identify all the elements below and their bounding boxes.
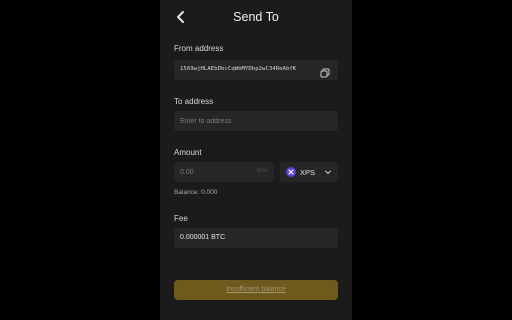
max-button[interactable]: Max xyxy=(257,168,268,174)
fee-value: 0.000001 BTC xyxy=(180,234,226,241)
copy-button[interactable] xyxy=(320,65,330,78)
chevron-down-icon xyxy=(325,170,331,174)
token-name: XPS xyxy=(300,168,316,177)
from-address-value: 1569wjHLAEbDbcCqWbMYDbp2wC34ReAbfK xyxy=(180,66,297,72)
send-panel: Send To From address 1569wjHLAEbDbcCqWbM… xyxy=(160,0,352,320)
amount-label: Amount xyxy=(174,148,202,157)
amount-field: Max xyxy=(174,162,274,182)
balance-text: Balance: 0.000 xyxy=(174,189,218,196)
from-address-label: From address xyxy=(174,44,224,53)
to-address-label: To address xyxy=(174,97,214,106)
fee-field: 0.000001 BTC xyxy=(174,228,338,248)
fee-label: Fee xyxy=(174,214,188,223)
token-select[interactable]: XPS xyxy=(280,162,338,182)
send-button[interactable]: Insufficient balance xyxy=(174,280,338,300)
header: Send To xyxy=(160,0,352,34)
send-button-label: Insufficient balance xyxy=(226,286,286,293)
token-xps-icon xyxy=(286,167,296,177)
from-address-field: 1569wjHLAEbDbcCqWbMYDbp2wC34ReAbfK xyxy=(174,60,338,80)
copy-icon xyxy=(320,68,330,78)
to-address-input[interactable] xyxy=(174,111,338,131)
page-title: Send To xyxy=(233,10,279,24)
to-address-field xyxy=(174,111,338,131)
